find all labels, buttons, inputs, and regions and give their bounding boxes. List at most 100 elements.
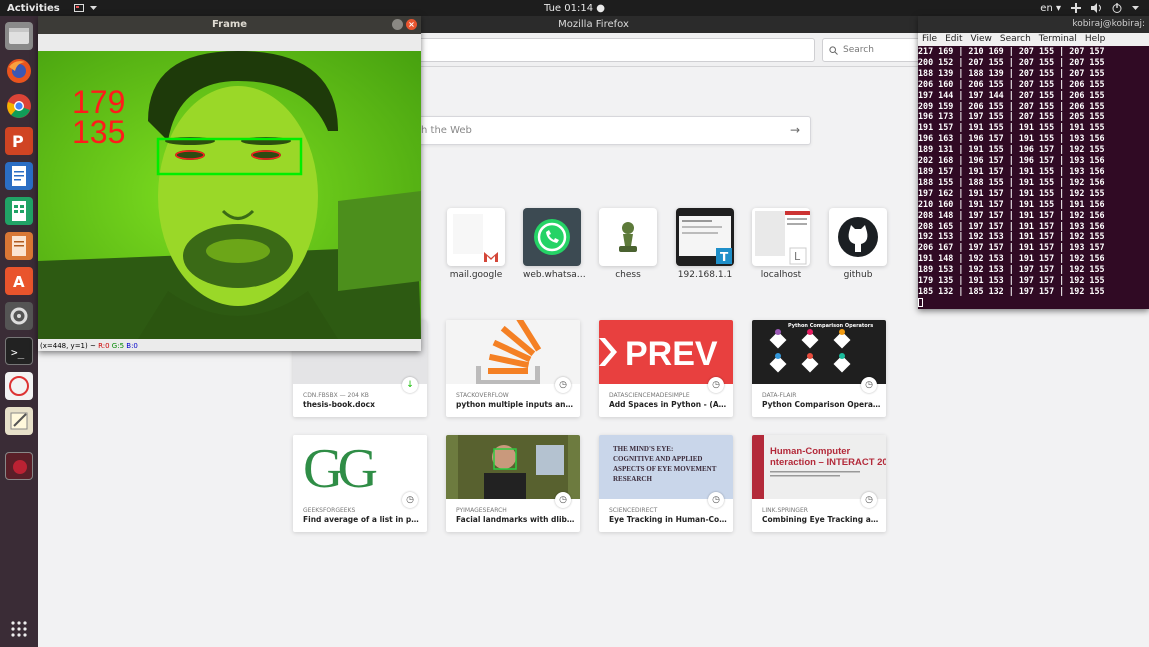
terminal-line: 189 131 | 191 155 | 196 157 | 192 155	[918, 144, 1105, 155]
minds-eye-text: THE MIND'S EYE: COGNITIVE AND APPLIED ASPE…	[613, 445, 717, 483]
frame-title-bar[interactable]: Frame ×	[38, 16, 421, 34]
terminal-title: kobiraj@kobiraj:	[918, 16, 1149, 33]
highlight-card[interactable]: PREV ◷ DATASCIENCEMADESIMPLE Add Spaces …	[599, 320, 733, 417]
highlight-card[interactable]: ◷ PYIMAGESEARCH Facial landmarks with dl…	[446, 435, 580, 532]
terminal-line: 188 139 | 188 139 | 207 155 | 207 155	[918, 67, 1105, 78]
menu-file[interactable]: File	[922, 33, 937, 46]
terminal-menubar: File Edit View Search Terminal Help	[918, 33, 1149, 46]
language-indicator[interactable]: en ▾	[1040, 3, 1061, 14]
frame-status-bar: (x=448, y=1) ~ R:0 G:5 B:0	[40, 342, 138, 350]
show-applications-icon[interactable]	[5, 615, 33, 643]
terminal-line: 185 132 | 185 132 | 197 157 | 192 155	[918, 285, 1105, 296]
clock-icon: ◷	[708, 377, 724, 393]
comparison-text: Python Comparison Operators	[788, 323, 873, 329]
terminal-line: 208 148 | 197 157 | 191 157 | 192 156	[918, 209, 1105, 220]
volume-icon	[1091, 3, 1101, 13]
github-icon	[829, 208, 887, 266]
writer-icon[interactable]	[5, 162, 33, 190]
top-site-whatsapp[interactable]: web.whatsa…	[523, 208, 586, 280]
highlight-card[interactable]: GG ◷ GEEKSFORGEEKS Find average of a lis…	[293, 435, 427, 532]
clock-icon: ◷	[555, 377, 571, 393]
calc-icon[interactable]	[5, 197, 33, 225]
geeksforgeeks-logo: GG	[293, 435, 427, 500]
terminal-icon[interactable]: >_	[5, 337, 33, 365]
arrow-right-icon[interactable]: →	[790, 117, 800, 144]
notes-icon[interactable]	[5, 407, 33, 435]
terminal-line: 197 144 | 197 144 | 207 155 | 206 155	[918, 89, 1105, 100]
gmail-icon	[447, 208, 505, 266]
terminal-line: 206 167 | 197 157 | 191 157 | 193 157	[918, 242, 1105, 253]
terminal-line: 192 153 | 192 153 | 191 157 | 192 155	[918, 231, 1105, 242]
impress-icon[interactable]: P	[5, 127, 33, 155]
terminal-line: 191 157 | 191 155 | 191 155 | 191 155	[918, 122, 1105, 133]
clock-icon: ◷	[402, 492, 418, 508]
top-site-router[interactable]: T 192.168.1.1	[676, 208, 734, 280]
download-icon: ↓	[402, 377, 418, 393]
frame-title: Frame	[211, 19, 248, 30]
terminal-line: 196 173 | 197 155 | 207 155 | 205 155	[918, 111, 1105, 122]
terminal-cursor	[918, 297, 923, 307]
network-icon	[1071, 3, 1081, 13]
terminal-line: 197 162 | 191 157 | 191 155 | 192 155	[918, 187, 1105, 198]
clock-icon: ◷	[708, 492, 724, 508]
top-site-github[interactable]: github	[829, 208, 887, 280]
terminal-line: 189 153 | 192 153 | 197 157 | 192 155	[918, 264, 1105, 275]
chrome-icon[interactable]	[5, 92, 33, 120]
settings-icon[interactable]	[5, 302, 33, 330]
clock-icon: ◷	[861, 492, 877, 508]
terminal-line: 206 160 | 206 155 | 207 155 | 206 155	[918, 78, 1105, 89]
top-site-mail-google[interactable]: mail.google	[447, 208, 505, 280]
prev-text: PREV	[625, 335, 718, 373]
app-menu[interactable]	[73, 4, 97, 12]
highlight-card[interactable]: Human-Computer nteraction – INTERACT 200…	[752, 435, 886, 532]
terminal-line: 196 163 | 196 157 | 191 155 | 193 156	[918, 133, 1105, 144]
terminal-window[interactable]: kobiraj@kobiraj: File Edit View Search T…	[918, 16, 1149, 309]
menu-search[interactable]: Search	[1000, 33, 1031, 46]
terminal-output: 217 169 | 210 169 | 207 155 | 207 157 200…	[918, 46, 1149, 307]
top-bar: Activities Tue 01:14 ● en ▾	[0, 0, 1149, 16]
top-site-chess[interactable]: chess	[599, 208, 657, 280]
chevron-down-icon	[89, 5, 97, 10]
webcam-frame: 179 135	[38, 51, 421, 339]
webcam-app-icon[interactable]	[5, 452, 33, 480]
power-icon	[1112, 3, 1122, 13]
url-bar[interactable]	[368, 38, 815, 62]
text-editor-icon[interactable]	[5, 372, 33, 400]
launcher-dock: P A >_	[0, 16, 38, 647]
terminal-line: 209 159 | 206 155 | 207 155 | 206 155	[918, 100, 1105, 111]
hci-text: Human-Computer nteraction – INTERACT 200…	[770, 446, 886, 468]
whatsapp-icon	[523, 208, 581, 266]
system-tray[interactable]: en ▾	[1040, 0, 1139, 16]
frame-window: Frame × 179 135 (x=448, y=1) ~ R:0 G:5 B…	[38, 16, 421, 351]
newtab-search-input[interactable]: h the Web →	[368, 116, 811, 145]
clock-icon: ◷	[861, 377, 877, 393]
firefox-icon[interactable]	[5, 57, 33, 85]
terminal-line: 208 165 | 197 157 | 191 157 | 193 156	[918, 220, 1105, 231]
svg-text:P: P	[12, 132, 24, 151]
software-center-icon[interactable]: A	[5, 267, 33, 295]
highlight-card[interactable]: Python Comparison Operators ◷ DATA-FLAIR…	[752, 320, 886, 417]
menu-view[interactable]: View	[971, 33, 992, 46]
clock[interactable]: Tue 01:14 ●	[0, 3, 1149, 14]
svg-text:L: L	[794, 250, 801, 263]
stackoverflow-logo	[446, 320, 580, 384]
localhost-page-icon: L	[752, 208, 810, 266]
files-icon[interactable]	[5, 22, 33, 50]
terminal-line: 210 160 | 191 157 | 191 155 | 191 156	[918, 198, 1105, 209]
chess-pawn-icon	[599, 208, 657, 266]
app-window-icon	[73, 4, 84, 12]
top-site-localhost[interactable]: L localhost	[752, 208, 810, 280]
svg-text:>_: >_	[11, 346, 25, 359]
terminal-line: 202 168 | 196 157 | 196 157 | 193 156	[918, 155, 1105, 166]
close-icon[interactable]: ×	[406, 19, 417, 30]
highlight-card[interactable]: ◷ STACKOVERFLOW python multiple inputs a…	[446, 320, 580, 417]
document-icon[interactable]	[5, 232, 33, 260]
menu-terminal[interactable]: Terminal	[1039, 33, 1077, 46]
router-page-icon: T	[676, 208, 734, 266]
menu-help[interactable]: Help	[1085, 33, 1106, 46]
activities-button[interactable]: Activities	[7, 3, 60, 14]
highlight-card[interactable]: THE MIND'S EYE: COGNITIVE AND APPLIED ASPE…	[599, 435, 733, 532]
menu-edit[interactable]: Edit	[945, 33, 962, 46]
minimize-icon[interactable]	[392, 19, 403, 30]
frame-value-bottom: 135	[72, 114, 125, 150]
